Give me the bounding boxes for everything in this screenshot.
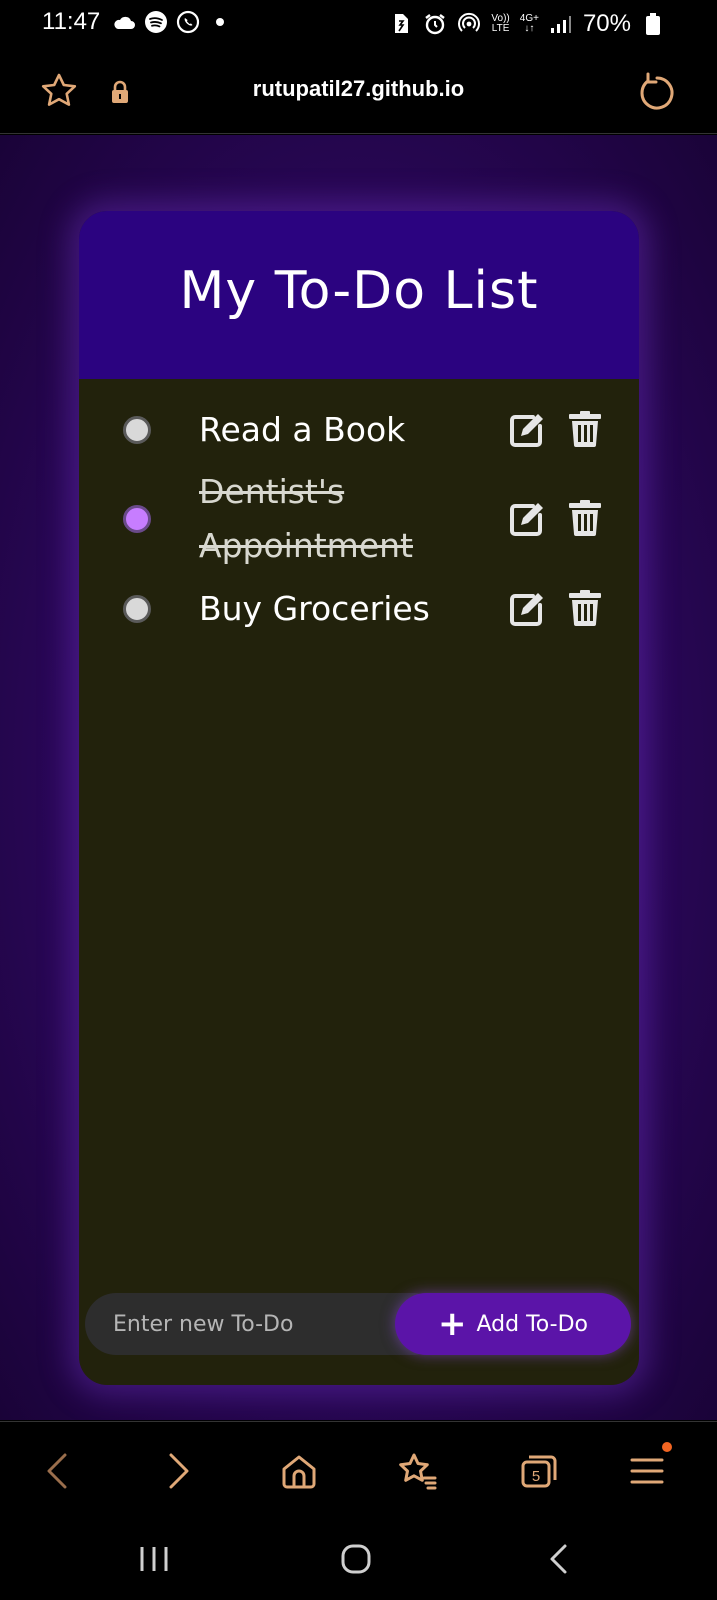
add-todo-button[interactable]: + Add To-Do <box>395 1293 631 1355</box>
whatsapp-icon <box>176 10 200 34</box>
cloud-icon <box>112 10 136 34</box>
menu-icon[interactable] <box>626 1442 672 1492</box>
status-left-icons <box>112 10 232 34</box>
edit-icon[interactable] <box>509 501 545 537</box>
trash-icon[interactable] <box>569 500 601 536</box>
todo-text[interactable]: Buy Groceries <box>199 582 459 636</box>
web-page: My To-Do List Read a Book Dentist's Appo… <box>0 135 717 1420</box>
todo-item: Dentist's Appointment <box>79 465 639 573</box>
battery-percent: 70% <box>582 10 631 37</box>
signal-icon <box>549 12 573 36</box>
card-header: My To-Do List <box>79 211 639 379</box>
todo-item: Read a Book <box>79 403 639 457</box>
home-button-icon[interactable] <box>334 1537 378 1581</box>
todo-text[interactable]: Read a Book <box>199 403 459 457</box>
status-time: 11:47 <box>42 8 101 35</box>
recent-apps-icon[interactable] <box>132 1537 176 1581</box>
tab-count: 5 <box>532 1468 540 1485</box>
spotify-icon <box>144 10 168 34</box>
status-bar: 11:47 Vo)) LTE 4G+ ↓↑ 70% <box>0 0 717 46</box>
network-type-indicator: 4G+ ↓↑ <box>519 13 539 34</box>
alarm-icon <box>423 12 447 36</box>
todo-item: Buy Groceries <box>79 582 639 636</box>
hotspot-icon <box>457 12 481 36</box>
todo-checkbox[interactable] <box>123 416 151 444</box>
tabs-icon[interactable]: 5 <box>518 1450 560 1492</box>
browser-toolbar: 5 <box>0 1421 717 1519</box>
system-back-icon[interactable] <box>536 1537 580 1581</box>
reload-icon[interactable] <box>636 72 676 112</box>
dot-icon <box>208 10 232 34</box>
plus-icon: + <box>438 1304 467 1344</box>
system-nav-bar <box>0 1519 717 1600</box>
bookmarks-icon[interactable] <box>396 1450 438 1492</box>
back-icon[interactable] <box>36 1450 78 1492</box>
todo-checkbox[interactable] <box>123 595 151 623</box>
new-todo-input[interactable] <box>85 1293 445 1355</box>
home-icon[interactable] <box>278 1450 320 1492</box>
forward-icon[interactable] <box>158 1450 200 1492</box>
url-text[interactable]: rutupatil27.github.io <box>0 76 717 102</box>
volte-indicator: Vo)) LTE <box>491 13 510 34</box>
trash-icon[interactable] <box>569 590 601 626</box>
sim-icon <box>389 12 413 36</box>
todo-checkbox[interactable] <box>123 505 151 533</box>
edit-icon[interactable] <box>509 412 545 448</box>
add-todo-label: Add To-Do <box>476 1311 589 1337</box>
notification-dot <box>662 1442 672 1452</box>
add-todo-row: + Add To-Do <box>85 1293 631 1355</box>
status-right-icons: Vo)) LTE 4G+ ↓↑ 70% <box>389 10 665 38</box>
todo-card: My To-Do List Read a Book Dentist's Appo… <box>79 211 639 1385</box>
todo-text[interactable]: Dentist's Appointment <box>199 465 459 573</box>
page-title: My To-Do List <box>179 261 539 321</box>
address-bar: rutupatil27.github.io <box>0 46 717 134</box>
trash-icon[interactable] <box>569 411 601 447</box>
battery-icon <box>641 12 665 36</box>
edit-icon[interactable] <box>509 591 545 627</box>
